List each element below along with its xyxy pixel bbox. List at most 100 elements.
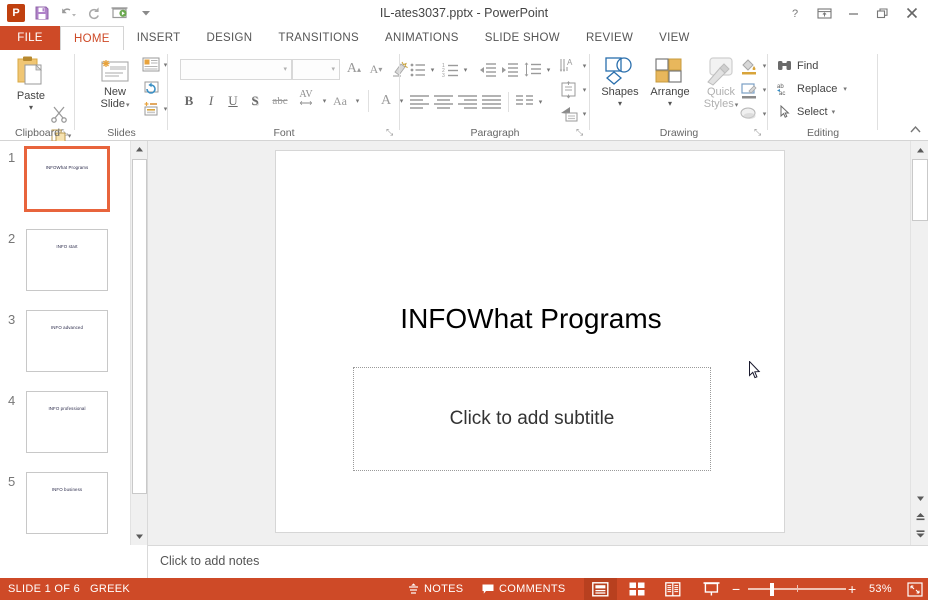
collapse-ribbon-button[interactable] <box>909 124 922 138</box>
thumbnail-slide-5[interactable]: 5 INFO business <box>0 470 130 545</box>
shape-fill-icon[interactable] <box>738 56 760 76</box>
columns-caret[interactable]: ▾ <box>535 94 545 110</box>
ribbon-options-icon[interactable] <box>810 0 839 26</box>
normal-view-icon[interactable] <box>584 578 617 600</box>
clipboard-dialog-launcher[interactable]: ⤡ <box>61 127 71 137</box>
tab-view[interactable]: VIEW <box>646 26 703 50</box>
italic-button[interactable]: I <box>202 90 220 112</box>
text-direction-caret[interactable]: ▾ <box>579 58 589 74</box>
numbering-caret[interactable]: ▾ <box>460 62 470 78</box>
select-caret[interactable]: ▾ <box>832 108 836 116</box>
shapes-button[interactable]: Shapes ▾ <box>596 56 644 108</box>
shapes-caret[interactable]: ▾ <box>618 99 622 108</box>
previous-slide-button[interactable] <box>911 509 928 524</box>
slide-scroll-up-button[interactable] <box>911 141 928 159</box>
thumbnail-scrollbar[interactable] <box>130 141 148 545</box>
tab-home[interactable]: HOME <box>60 26 124 50</box>
slide-scrollbar[interactable] <box>910 141 928 545</box>
thumbnail-preview[interactable]: INFOWhat Programs <box>24 146 110 212</box>
new-slide-button[interactable]: New Slide▾ <box>91 58 139 112</box>
reading-view-icon[interactable] <box>656 578 689 600</box>
slide-scroll-down-button[interactable] <box>911 489 928 507</box>
bullets-caret[interactable]: ▾ <box>427 62 437 78</box>
close-icon[interactable] <box>897 0 926 26</box>
font-name-input[interactable]: ▾ <box>180 59 292 80</box>
zoom-out-button[interactable]: − <box>732 578 740 600</box>
slideshow-view-icon[interactable] <box>695 578 728 600</box>
line-spacing-caret[interactable]: ▾ <box>543 62 553 78</box>
thumbnail-preview[interactable]: INFO advanced <box>26 310 108 372</box>
change-case-caret[interactable]: ▾ <box>352 90 362 112</box>
align-center-icon[interactable] <box>432 92 456 112</box>
paragraph-dialog-launcher[interactable]: ⤡ <box>576 127 586 137</box>
thumbnail-slide-4[interactable]: 4 INFO professional <box>0 389 130 470</box>
justify-icon[interactable] <box>480 92 504 112</box>
zoom-slider-handle[interactable] <box>770 583 774 596</box>
next-slide-button[interactable] <box>911 526 928 541</box>
font-size-input[interactable]: ▾ <box>292 59 340 80</box>
tab-animations[interactable]: ANIMATIONS <box>372 26 472 50</box>
drawing-dialog-launcher[interactable]: ⤡ <box>754 127 764 137</box>
line-spacing-icon[interactable] <box>522 60 544 80</box>
slide-edit-area[interactable]: INFOWhat Programs Click to add subtitle <box>148 141 910 545</box>
reset-icon[interactable] <box>141 78 161 96</box>
strikethrough-button[interactable]: abc <box>268 90 292 112</box>
align-right-icon[interactable] <box>456 92 480 112</box>
thumbnail-slide-1[interactable]: 1 INFOWhat Programs <box>0 146 130 227</box>
font-dialog-launcher[interactable]: ⤡ <box>386 127 396 137</box>
find-button[interactable]: Find <box>776 58 818 74</box>
notes-pane[interactable]: Click to add notes <box>148 545 928 578</box>
replace-caret[interactable]: ▾ <box>843 85 847 93</box>
paste-caret[interactable]: ▾ <box>29 103 33 112</box>
character-spacing-button[interactable]: AV ⟷ <box>293 86 319 112</box>
shrink-font-button[interactable]: A ▾ <box>366 58 386 80</box>
grow-font-button[interactable]: A ▴ <box>344 58 364 80</box>
current-slide[interactable]: INFOWhat Programs Click to add subtitle <box>275 150 785 533</box>
smartart-caret[interactable]: ▾ <box>579 106 589 122</box>
thumbnail-preview[interactable]: INFO professional <box>26 391 108 453</box>
slide-indicator[interactable]: SLIDE 1 OF 6 <box>8 578 80 600</box>
tab-insert[interactable]: INSERT <box>124 26 194 50</box>
columns-icon[interactable] <box>514 92 536 112</box>
underline-button[interactable]: U <box>224 90 242 112</box>
increase-indent-icon[interactable] <box>500 60 520 80</box>
customize-quick-access-toolbar[interactable] <box>134 2 158 24</box>
minimize-icon[interactable] <box>839 0 868 26</box>
arrange-caret[interactable]: ▾ <box>668 99 672 108</box>
slide-title-placeholder[interactable]: INFOWhat Programs <box>314 291 748 347</box>
tab-file[interactable]: FILE <box>0 26 60 50</box>
notes-placeholder[interactable]: Click to add notes <box>160 554 259 568</box>
select-button[interactable]: Select ▾ <box>776 104 835 120</box>
slideshow-icon[interactable] <box>108 2 132 24</box>
align-left-icon[interactable] <box>408 92 432 112</box>
shape-outline-icon[interactable] <box>738 80 760 100</box>
language-indicator[interactable]: GREEK <box>90 578 130 600</box>
save-icon[interactable] <box>30 2 54 24</box>
smartart-icon[interactable] <box>558 104 580 124</box>
thumbnail-slide-3[interactable]: 3 INFO advanced <box>0 308 130 389</box>
text-shadow-button[interactable]: S <box>246 90 264 112</box>
help-icon[interactable]: ? <box>781 0 810 26</box>
slide-scrollbar-thumb[interactable] <box>912 159 928 221</box>
zoom-in-button[interactable]: + <box>848 578 856 600</box>
thumbnail-scroll-down-button[interactable] <box>131 528 148 545</box>
comments-button[interactable]: COMMENTS <box>482 578 566 600</box>
tab-transitions[interactable]: TRANSITIONS <box>265 26 372 50</box>
slide-thumbnail-panel[interactable]: 1 INFOWhat Programs 2 INFO start 3 INFO … <box>0 141 130 545</box>
replace-button[interactable]: ab ac Replace ▾ <box>776 81 847 97</box>
undo-icon[interactable] <box>56 2 80 24</box>
tab-review[interactable]: REVIEW <box>573 26 646 50</box>
bold-button[interactable]: B <box>180 90 198 112</box>
font-name-caret[interactable]: ▾ <box>283 65 287 73</box>
font-size-caret[interactable]: ▾ <box>331 65 335 73</box>
tab-design[interactable]: DESIGN <box>193 26 265 50</box>
align-text-caret[interactable]: ▾ <box>579 82 589 98</box>
thumbnail-scroll-up-button[interactable] <box>131 141 148 158</box>
font-color-button[interactable]: A <box>376 90 396 112</box>
layout-icon[interactable] <box>141 56 161 74</box>
redo-icon[interactable] <box>82 2 106 24</box>
numbering-icon[interactable]: 1 2 3 <box>441 60 461 80</box>
restore-icon[interactable] <box>868 0 897 26</box>
arrange-button[interactable]: Arrange ▾ <box>644 56 696 108</box>
thumbnail-scrollbar-thumb[interactable] <box>132 159 147 494</box>
